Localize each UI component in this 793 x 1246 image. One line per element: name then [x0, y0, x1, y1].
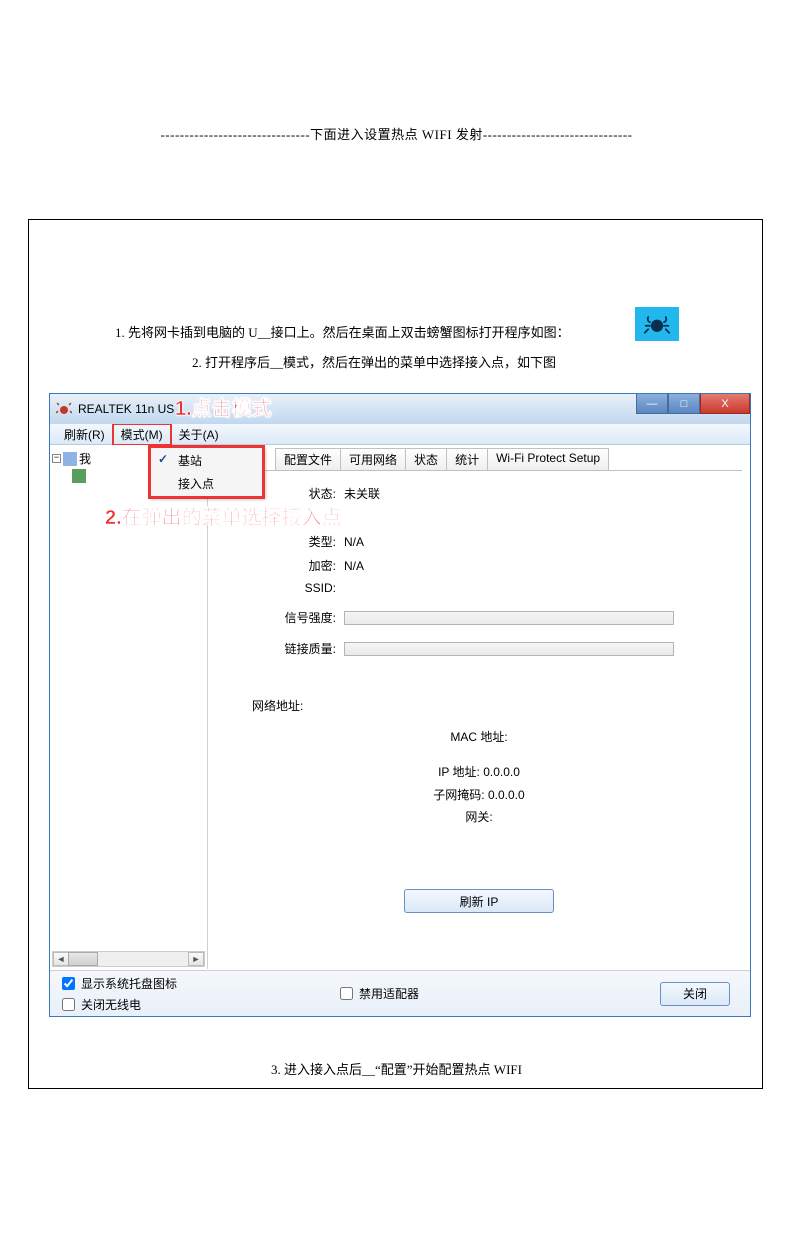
footer-step-3: 3. 进入接入点后__“配置”开始配置热点 WIFI [0, 1059, 793, 1078]
value-ip: 0.0.0.0 [483, 765, 520, 779]
mode-dropdown: ✓ 基站 接入点 [149, 446, 264, 498]
intro-step-1: 1. 先将网卡插到电脑的 U__接口上。然后在桌面上双击螃蟹图标打开程序如图： [115, 322, 570, 341]
tab-profile[interactable]: 配置文件 [275, 448, 341, 470]
checkbox-disable-adapter-label: 禁用适配器 [359, 985, 419, 1002]
dropdown-item-ap[interactable]: 接入点 [152, 472, 261, 495]
tree-collapse-icon[interactable]: − [52, 454, 61, 463]
label-mask: 子网掩码: [433, 788, 484, 802]
signal-strength-bar [344, 611, 674, 625]
label-type: 类型: [216, 533, 344, 550]
menubar: 刷新(R) 模式(M) 关于(A) [50, 424, 750, 445]
checkbox-radio-off-label: 关闭无线电 [81, 996, 141, 1013]
dropdown-item-station[interactable]: ✓ 基站 [152, 449, 261, 472]
tab-status[interactable]: 状态 [405, 448, 447, 470]
scroll-right-icon[interactable]: ► [188, 952, 204, 966]
dropdown-item-label: 基站 [178, 454, 202, 468]
tab-bar: 常规 配置文件 可用网络 状态 统计 Wi-Fi Protect Setup [234, 448, 742, 471]
label-mac: MAC 地址: [450, 730, 507, 744]
close-button[interactable]: 关闭 [660, 982, 730, 1006]
label-gateway: 网关: [465, 810, 492, 824]
checkbox-tray-input[interactable] [62, 977, 75, 990]
app-icon [56, 401, 72, 417]
label-signal: 信号强度: [216, 609, 344, 626]
checkbox-tray[interactable]: 显示系统托盘图标 [62, 975, 177, 992]
value-status: 未关联 [344, 485, 624, 502]
menu-mode[interactable]: 模式(M) [113, 424, 171, 445]
value-type: N/A [344, 535, 624, 549]
section-divider: -------------------------------下面进入设置热点 … [0, 124, 793, 143]
tab-stats[interactable]: 统计 [446, 448, 488, 470]
checkbox-radio-off-input[interactable] [62, 998, 75, 1011]
check-icon: ✓ [158, 452, 168, 466]
value-encrypt: N/A [344, 559, 624, 573]
intro-step-2: 2. 打开程序后__模式，然后在弹出的菜单中选择接入点，如下图 [192, 352, 556, 371]
titlebar: REALTEK 11n US — □ X [50, 394, 750, 424]
window-close-button[interactable]: X [700, 394, 750, 414]
label-net-addr: 网络地址: [252, 697, 742, 714]
crab-icon [635, 307, 679, 341]
adapter-icon [72, 469, 86, 483]
checkbox-disable-adapter-input[interactable] [340, 987, 353, 1000]
label-ssid: SSID: [216, 581, 344, 595]
annotation-click-mode: 1.点击模式 [175, 392, 272, 421]
maximize-button[interactable]: □ [668, 394, 700, 414]
checkbox-disable-adapter[interactable]: 禁用适配器 [340, 985, 419, 1002]
checkbox-tray-label: 显示系统托盘图标 [81, 975, 177, 992]
scroll-left-icon[interactable]: ◄ [53, 952, 69, 966]
menu-about[interactable]: 关于(A) [171, 424, 227, 445]
label-ip: IP 地址: [438, 765, 480, 779]
bottom-bar: 显示系统托盘图标 关闭无线电 禁用适配器 关闭 [50, 970, 750, 1016]
checkbox-radio-off[interactable]: 关闭无线电 [62, 996, 177, 1013]
value-mask: 0.0.0.0 [488, 788, 525, 802]
minimize-button[interactable]: — [636, 394, 668, 414]
tab-wps[interactable]: Wi-Fi Protect Setup [487, 448, 609, 470]
refresh-ip-button[interactable]: 刷新 IP [404, 889, 554, 913]
scroll-thumb[interactable] [68, 952, 98, 966]
computer-icon [63, 452, 77, 466]
dropdown-item-label: 接入点 [178, 477, 214, 491]
window-title: REALTEK 11n US [78, 402, 174, 416]
app-window: REALTEK 11n US — □ X 刷新(R) 模式(M) 关于(A) ✓… [49, 393, 751, 1017]
tree-root-label: 我 [79, 450, 91, 467]
menu-refresh[interactable]: 刷新(R) [56, 424, 113, 445]
window-buttons: — □ X [636, 394, 750, 414]
label-link: 链接质量: [216, 640, 344, 657]
tab-available-networks[interactable]: 可用网络 [340, 448, 406, 470]
label-encrypt: 加密: [216, 557, 344, 574]
tree-scrollbar[interactable]: ◄ ► [52, 951, 205, 967]
annotation-select-ap: 2.在弹出的菜单选择接入点 [105, 501, 342, 530]
link-quality-bar [344, 642, 674, 656]
